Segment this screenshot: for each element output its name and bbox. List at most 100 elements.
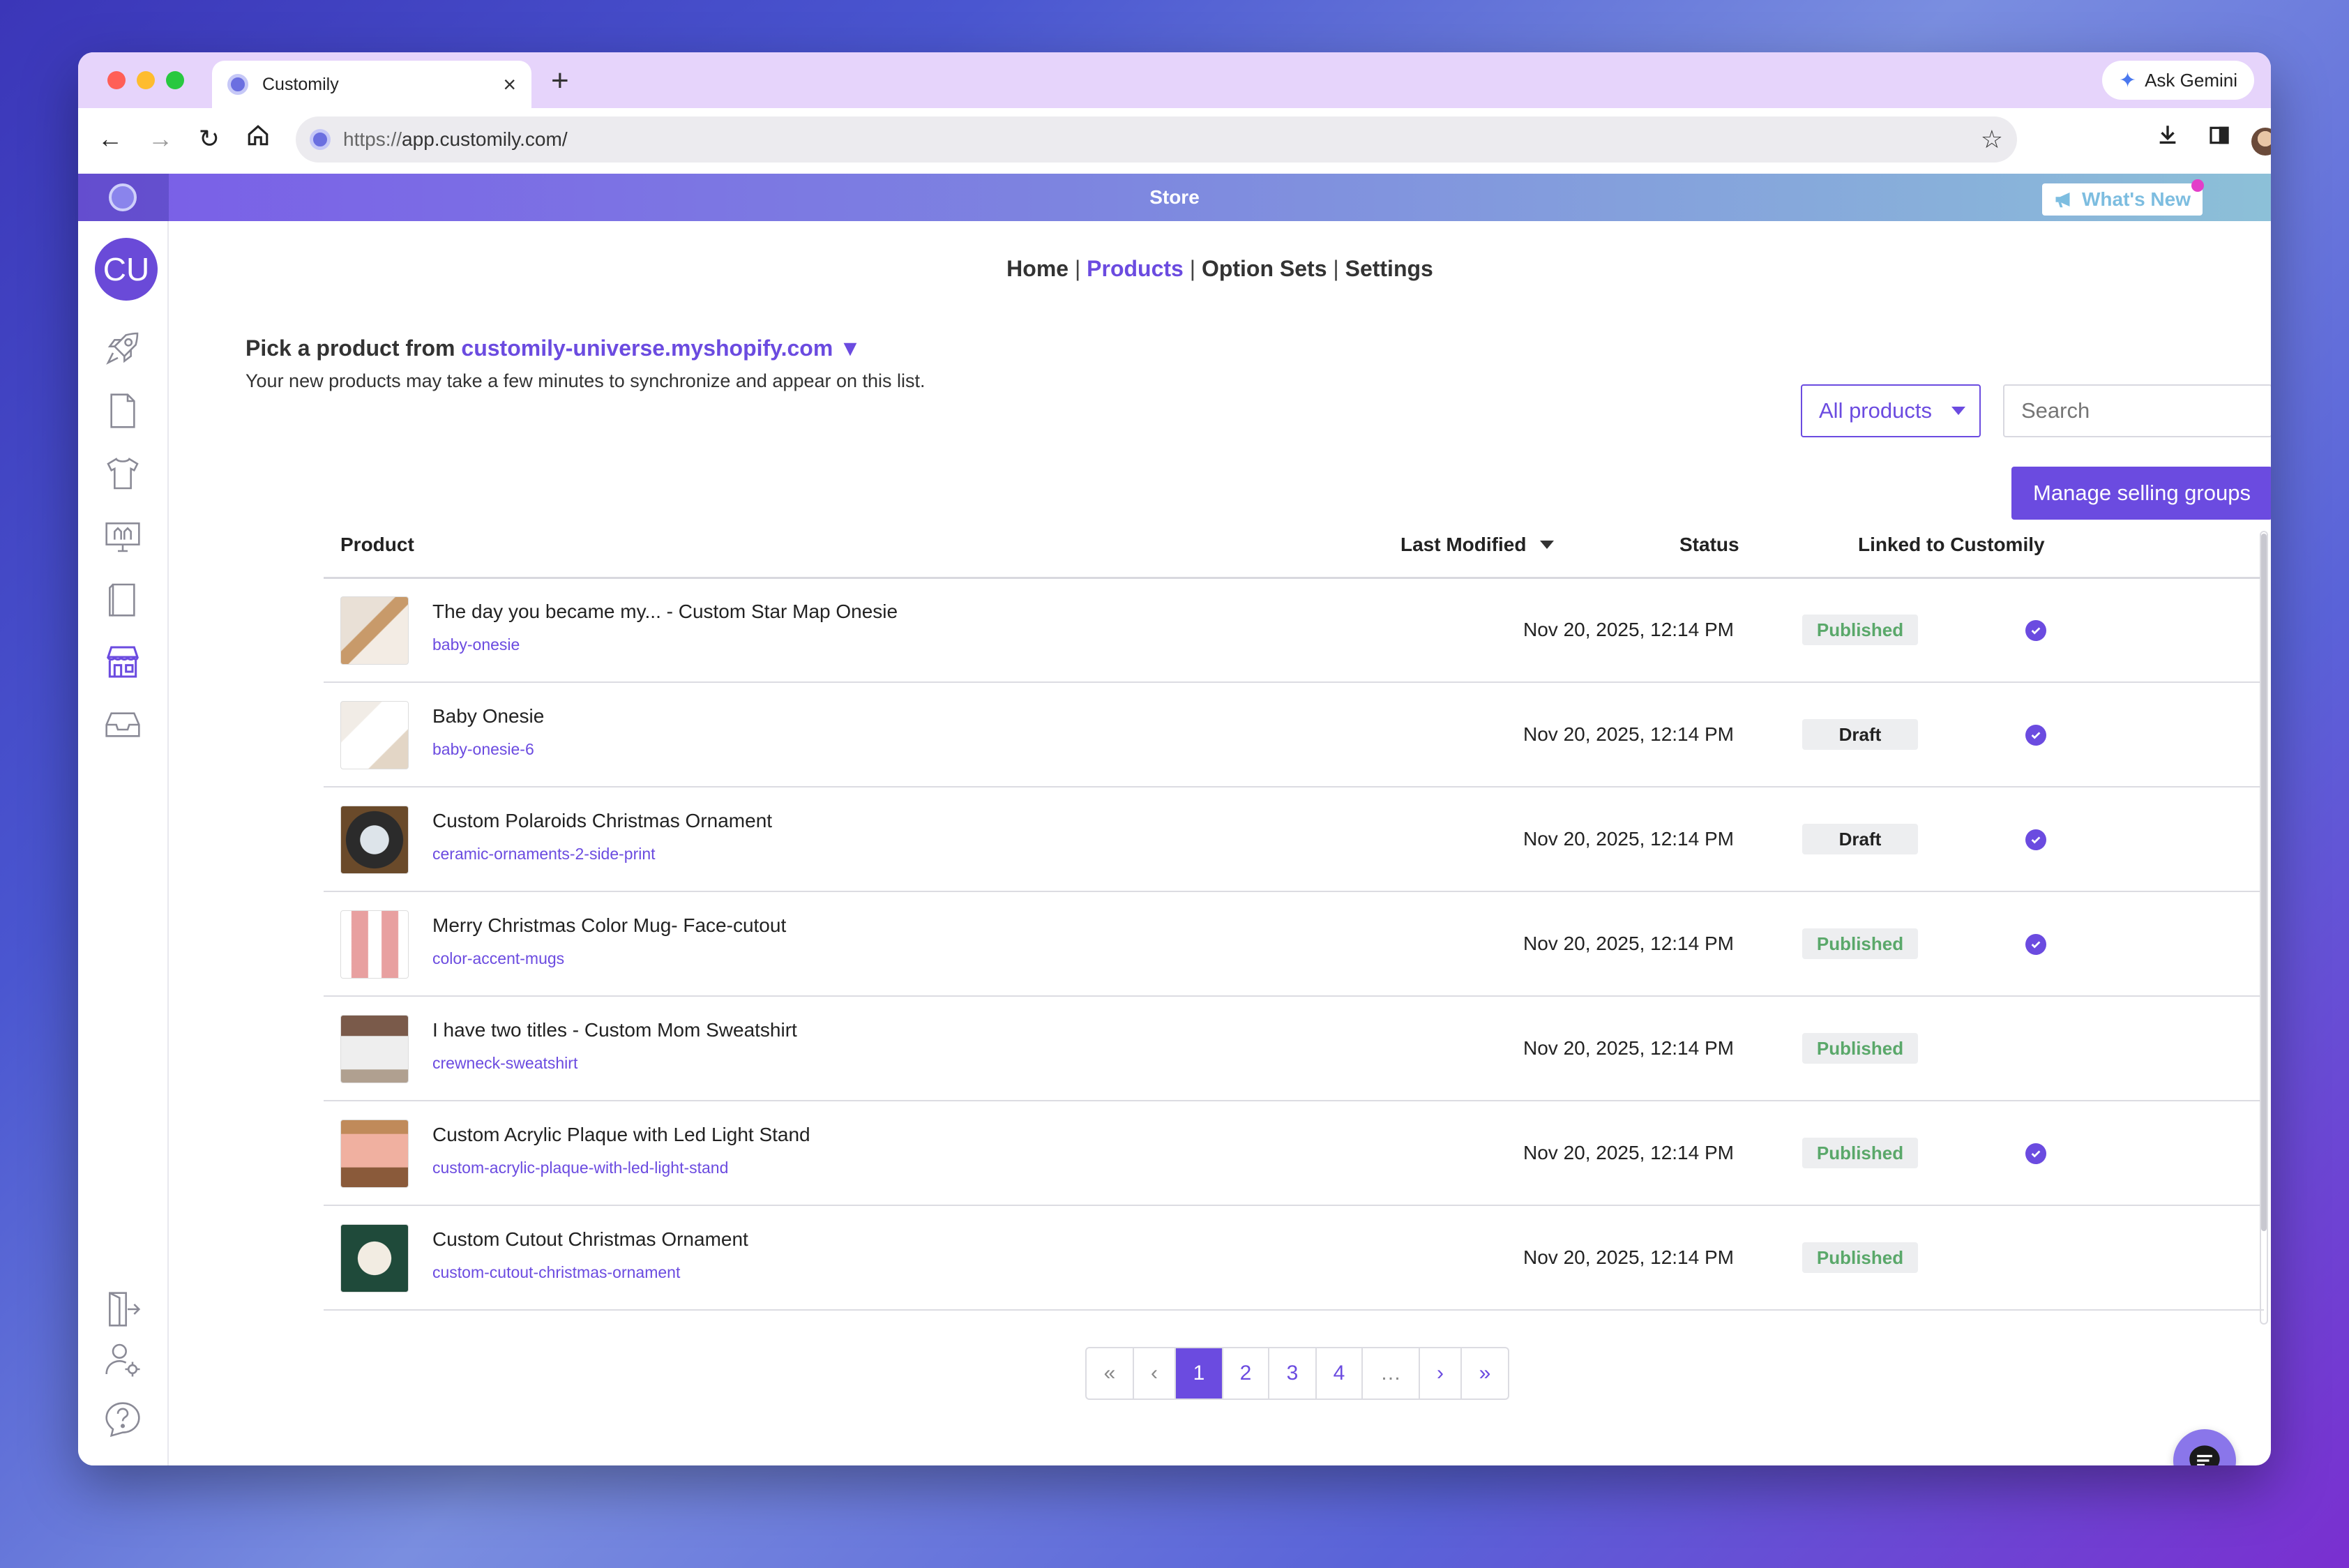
whats-new-button[interactable]: What's New (2042, 183, 2203, 216)
page-1-button[interactable]: 1 (1176, 1348, 1223, 1399)
product-thumbnail[interactable] (340, 596, 409, 665)
product-name[interactable]: The day you became my... - Custom Star M… (432, 601, 898, 623)
new-tab-button[interactable]: + (551, 63, 569, 98)
chat-widget-button[interactable] (2173, 1429, 2236, 1465)
megaphone-icon (2055, 193, 2070, 208)
product-slug[interactable]: custom-cutout-christmas-ornament (432, 1263, 680, 1282)
last-modified-date: Nov 20, 2025, 12:14 PM (1523, 1142, 1734, 1163)
table-row[interactable]: Baby Onesie baby-onesie-6 Nov 20, 2025, 12… (324, 683, 2264, 787)
col-header-product: Product (340, 534, 414, 555)
col-header-last-modified[interactable]: Last Modified (1400, 534, 1555, 556)
page-prev-button[interactable]: ‹ (1134, 1348, 1176, 1399)
document-icon[interactable] (100, 389, 145, 433)
linked-check-icon (2025, 620, 2046, 641)
minimize-window-button[interactable] (137, 71, 155, 89)
user-avatar[interactable]: CU (95, 238, 158, 301)
table-row[interactable]: Custom Acrylic Plaque with Led Light Sta… (324, 1101, 2264, 1206)
bookmark-star-icon[interactable]: ☆ (1981, 125, 2003, 154)
sidepanel-icon[interactable] (2203, 119, 2236, 158)
chevron-down-icon (1951, 407, 1965, 415)
store-icon[interactable] (100, 640, 145, 684)
ask-gemini-button[interactable]: ✦ Ask Gemini (2101, 61, 2254, 100)
forward-arrow-icon[interactable]: → (145, 119, 176, 158)
page-2-button[interactable]: 2 (1223, 1348, 1269, 1399)
table-row[interactable]: Custom Polaroids Christmas Ornament ceram… (324, 787, 2264, 892)
ask-gemini-label: Ask Gemini (2145, 69, 2237, 91)
product-slug[interactable]: color-accent-mugs (432, 949, 564, 968)
browser-tab[interactable]: Customily × (212, 61, 531, 108)
status-badge: Published (1802, 928, 1918, 959)
sync-note: Your new products may take a few minutes… (246, 370, 926, 391)
user-settings-icon[interactable] (100, 1337, 145, 1382)
help-icon[interactable] (100, 1397, 145, 1442)
table-row[interactable]: The day you became my... - Custom Star M… (324, 578, 2264, 683)
last-modified-date: Nov 20, 2025, 12:14 PM (1523, 619, 1734, 640)
product-slug[interactable]: baby-onesie-6 (432, 740, 534, 759)
table-scrollbar-thumb[interactable] (2261, 534, 2267, 1231)
status-badge: Draft (1802, 824, 1918, 854)
product-thumbnail[interactable] (340, 701, 409, 769)
nav-products[interactable]: Products (1087, 256, 1184, 281)
logout-icon[interactable] (100, 1287, 145, 1332)
reload-icon[interactable]: ↻ (194, 119, 225, 158)
profile-avatar[interactable] (2251, 128, 2271, 156)
app-header: Store What's New (78, 174, 2271, 221)
product-thumbnail[interactable] (340, 1120, 409, 1188)
maximize-window-button[interactable] (166, 71, 184, 89)
col-header-status: Status (1679, 534, 1739, 555)
page-4-button[interactable]: 4 (1317, 1348, 1363, 1399)
product-scope-dropdown[interactable]: All products (1801, 384, 1981, 437)
address-bar[interactable]: https://app.customily.com/ ☆ (296, 116, 2017, 163)
product-name[interactable]: Baby Onesie (432, 705, 544, 728)
search-input[interactable] (2003, 384, 2271, 437)
status-badge: Published (1802, 1138, 1918, 1168)
rocket-icon[interactable] (100, 326, 145, 370)
product-name[interactable]: Custom Polaroids Christmas Ornament (432, 810, 772, 832)
product-name[interactable]: Merry Christmas Color Mug- Face-cutout (432, 914, 786, 937)
nav-settings[interactable]: Settings (1345, 256, 1433, 281)
last-modified-date: Nov 20, 2025, 12:14 PM (1523, 933, 1734, 954)
browser-window: Customily × + ✦ Ask Gemini ← → ↻ https:/… (78, 52, 2271, 1465)
last-modified-date: Nov 20, 2025, 12:14 PM (1523, 828, 1734, 850)
book-icon[interactable] (100, 577, 145, 621)
nav-separator: | (1333, 256, 1339, 281)
product-thumbnail[interactable] (340, 910, 409, 979)
product-thumbnail[interactable] (340, 806, 409, 874)
table-row[interactable]: Merry Christmas Color Mug- Face-cutout co… (324, 892, 2264, 997)
product-thumbnail[interactable] (340, 1224, 409, 1292)
shop-dropdown-caret-icon: ▼ (839, 336, 861, 361)
nav-home[interactable]: Home (1006, 256, 1068, 281)
manage-selling-groups-button[interactable]: Manage selling groups (2011, 467, 2271, 520)
page-next-button[interactable]: › (1420, 1348, 1462, 1399)
product-slug[interactable]: ceramic-ornaments-2-side-print (432, 845, 656, 864)
product-name[interactable]: I have two titles - Custom Mom Sweatshir… (432, 1019, 797, 1041)
product-slug[interactable]: baby-onesie (432, 635, 520, 654)
nav-separator: | (1074, 256, 1081, 281)
table-row[interactable]: I have two titles - Custom Mom Sweatshir… (324, 997, 2264, 1101)
top-nav: Home | Products | Option Sets | Settings (169, 256, 2271, 282)
last-modified-date: Nov 20, 2025, 12:14 PM (1523, 723, 1734, 745)
product-name[interactable]: Custom Acrylic Plaque with Led Light Sta… (432, 1124, 810, 1146)
product-name[interactable]: Custom Cutout Christmas Ornament (432, 1228, 748, 1251)
table-row[interactable]: Custom Cutout Christmas Ornament custom-c… (324, 1206, 2264, 1311)
product-slug[interactable]: custom-acrylic-plaque-with-led-light-sta… (432, 1159, 728, 1177)
tab-close-icon[interactable]: × (503, 72, 516, 98)
download-icon[interactable] (2151, 119, 2184, 158)
product-picker-heading: Pick a product from customily-universe.m… (246, 336, 861, 361)
sort-desc-icon[interactable] (1540, 541, 1555, 549)
inbox-icon[interactable] (100, 702, 145, 747)
product-slug[interactable]: crewneck-sweatshirt (432, 1054, 577, 1073)
home-icon[interactable] (243, 119, 273, 158)
close-window-button[interactable] (107, 71, 126, 89)
product-thumbnail[interactable] (340, 1015, 409, 1083)
monitor-icon[interactable] (100, 514, 145, 559)
page-3-button[interactable]: 3 (1269, 1348, 1317, 1399)
tshirt-icon[interactable] (100, 451, 145, 496)
shop-selector[interactable]: customily-universe.myshopify.com ▼ (461, 336, 861, 361)
page-first-button[interactable]: « (1087, 1348, 1134, 1399)
nav-option-sets[interactable]: Option Sets (1202, 256, 1327, 281)
linked-check-icon (2025, 829, 2046, 850)
customily-favicon-icon (227, 74, 248, 95)
back-arrow-icon[interactable]: ← (95, 119, 126, 158)
page-last-button[interactable]: » (1462, 1348, 1508, 1399)
